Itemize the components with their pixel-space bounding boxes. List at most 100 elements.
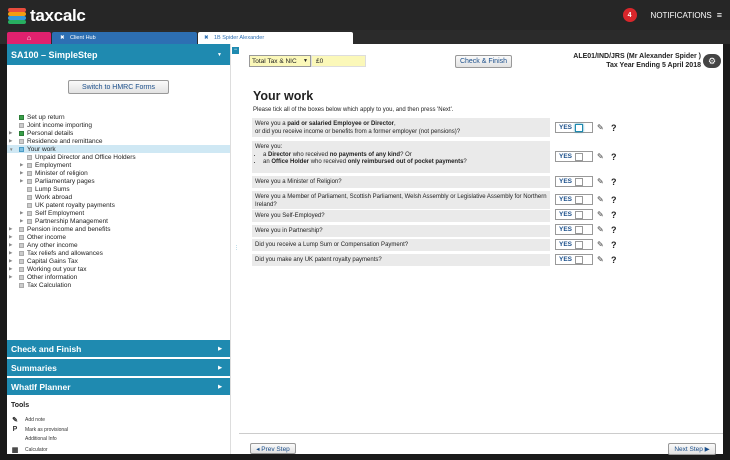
collapsed-arrow-icon[interactable]: ▶ <box>9 234 12 240</box>
tree-item[interactable]: ▶ Self Employment <box>7 209 230 217</box>
prev-step-button[interactable]: ◂ Prev Step <box>250 443 296 454</box>
tool-add-note[interactable]: ✎ Add note <box>10 416 45 424</box>
tree-item[interactable]: Unpaid Director and Office Holders <box>7 153 230 161</box>
yes-checkbox[interactable]: YES <box>555 224 593 235</box>
collapsed-arrow-icon[interactable]: ▶ <box>20 210 23 216</box>
edit-icon[interactable]: ✎ <box>597 240 607 249</box>
yes-checkbox[interactable]: YES <box>555 209 593 220</box>
collapsed-arrow-icon[interactable]: ▶ <box>9 242 12 248</box>
section-summaries[interactable]: Summaries ▶ <box>7 359 230 376</box>
collapsed-arrow-icon[interactable]: ▶ <box>9 250 12 256</box>
tree-item[interactable]: Lump Sums <box>7 185 230 193</box>
question-parliament: Were you a Member of Parliament, Scottis… <box>252 191 550 209</box>
tree-item[interactable]: ▶ Other income <box>7 233 230 241</box>
check-and-finish-button[interactable]: Check & Finish <box>455 55 512 68</box>
switch-to-hmrc-forms-button[interactable]: Switch to HMRC Forms <box>68 80 169 94</box>
collapsed-arrow-icon[interactable]: ▶ <box>9 258 12 264</box>
pencil-icon: ✎ <box>12 417 18 424</box>
section-whatif-planner[interactable]: WhatIf Planner ▶ <box>7 378 230 395</box>
tree-item[interactable]: ▶ Residence and remittance <box>7 137 230 145</box>
edit-icon[interactable]: ✎ <box>597 225 607 234</box>
tax-summary-select[interactable]: Total Tax & NIC ▼ <box>249 55 311 67</box>
tree-item[interactable]: ▶ Minister of religion <box>7 169 230 177</box>
tree-item[interactable]: Work abroad <box>7 193 230 201</box>
help-icon[interactable]: ? <box>611 152 617 162</box>
collapsed-arrow-icon[interactable]: ▶ <box>9 138 12 144</box>
tree-item[interactable]: ▶ Capital Gains Tax <box>7 257 230 265</box>
tab-client-hub[interactable]: ✖ Client Hub <box>52 32 197 44</box>
tool-calculator[interactable]: ▦ Calculator <box>10 446 48 454</box>
tree-item[interactable]: ▶ Tax reliefs and allowances <box>7 249 230 257</box>
tree-item[interactable]: ▼ Your work <box>7 145 230 153</box>
checkbox-box[interactable] <box>575 225 584 234</box>
complete-status-icon <box>19 130 24 136</box>
collapsed-arrow-icon[interactable]: ▶ <box>20 178 23 184</box>
help-icon[interactable]: ? <box>611 210 617 220</box>
collapsed-arrow-icon[interactable]: ▶ <box>9 130 12 136</box>
menu-icon[interactable]: ≡ <box>717 10 722 20</box>
collapse-panel-button[interactable]: − <box>232 47 239 54</box>
yes-checkbox[interactable]: YES <box>555 176 593 187</box>
help-icon[interactable]: ? <box>611 177 617 187</box>
section-check-and-finish[interactable]: Check and Finish ▶ <box>7 340 230 357</box>
tree-item[interactable]: ▶ Employment <box>7 161 230 169</box>
checkbox-box[interactable] <box>575 152 584 161</box>
help-icon[interactable]: ? <box>611 255 617 265</box>
settings-gear-icon[interactable]: ⚙ <box>703 54 721 68</box>
notifications-button[interactable]: 4 NOTIFICATIONS ≡ <box>622 8 722 22</box>
checkbox-box[interactable] <box>575 255 584 264</box>
edit-icon[interactable]: ✎ <box>597 195 607 204</box>
sidebar-header[interactable]: SA100 – SimpleStep ▼ <box>7 44 230 65</box>
help-icon[interactable]: ? <box>611 225 617 235</box>
expanded-arrow-icon[interactable]: ▼ <box>9 147 13 152</box>
panel-splitter[interactable]: − ⋮ <box>230 44 239 454</box>
status-icon <box>19 122 24 128</box>
close-icon[interactable]: ✖ <box>204 35 209 41</box>
tree-item[interactable]: Tax Calculation <box>7 281 230 289</box>
taxcalc-logo[interactable]: taxcalc <box>8 6 86 26</box>
question-controls: YES ✎ ? <box>555 122 617 133</box>
tree-item[interactable]: ▶ Personal details <box>7 129 230 137</box>
yes-checkbox[interactable]: YES <box>555 239 593 250</box>
checkbox-box[interactable] <box>575 123 584 132</box>
tool-mark-provisional[interactable]: P Mark as provisional <box>10 426 68 433</box>
next-step-button[interactable]: Next Step ▶ <box>668 443 716 455</box>
collapsed-arrow-icon[interactable]: ▶ <box>9 226 12 232</box>
yes-checkbox[interactable]: YES <box>555 254 593 265</box>
yes-checkbox[interactable]: YES <box>555 194 593 205</box>
help-icon[interactable]: ? <box>611 195 617 205</box>
edit-icon[interactable]: ✎ <box>597 123 607 132</box>
tab-client-return[interactable]: ✖ 1B Spider Alexander <box>198 32 353 44</box>
close-icon[interactable]: ✖ <box>60 35 65 41</box>
tree-item[interactable]: ▶ Working out your tax <box>7 265 230 273</box>
tree-item[interactable]: ▶ Other information <box>7 273 230 281</box>
yes-checkbox[interactable]: YES <box>555 122 593 133</box>
tab-bar: ⌂ ✖ Client Hub ✖ 1B Spider Alexander <box>0 30 730 44</box>
yes-checkbox[interactable]: YES <box>555 151 593 162</box>
tree-item[interactable]: ▶ Pension income and benefits <box>7 225 230 233</box>
tree-item[interactable]: ▶ Partnership Management <box>7 217 230 225</box>
tree-item[interactable]: Set up return <box>7 113 230 121</box>
checkbox-box[interactable] <box>575 210 584 219</box>
collapsed-arrow-icon[interactable]: ▶ <box>20 218 23 224</box>
checkbox-box[interactable] <box>575 195 584 204</box>
tools-heading: Tools <box>11 402 30 409</box>
edit-icon[interactable]: ✎ <box>597 152 607 161</box>
edit-icon[interactable]: ✎ <box>597 255 607 264</box>
tree-item[interactable]: Joint income importing <box>7 121 230 129</box>
help-icon[interactable]: ? <box>611 123 617 133</box>
tab-home[interactable]: ⌂ <box>7 32 51 44</box>
edit-icon[interactable]: ✎ <box>597 210 607 219</box>
tree-item[interactable]: UK patent royalty payments <box>7 201 230 209</box>
collapsed-arrow-icon[interactable]: ▶ <box>20 170 23 176</box>
checkbox-box[interactable] <box>575 177 584 186</box>
collapsed-arrow-icon[interactable]: ▶ <box>9 274 12 280</box>
checkbox-box[interactable] <box>575 240 584 249</box>
collapsed-arrow-icon[interactable]: ▶ <box>20 162 23 168</box>
help-icon[interactable]: ? <box>611 240 617 250</box>
edit-icon[interactable]: ✎ <box>597 177 607 186</box>
tool-additional-info[interactable]: Additional Info <box>10 436 57 442</box>
tree-item[interactable]: ▶ Any other income <box>7 241 230 249</box>
collapsed-arrow-icon[interactable]: ▶ <box>9 266 12 272</box>
tree-item[interactable]: ▶ Parliamentary pages <box>7 177 230 185</box>
